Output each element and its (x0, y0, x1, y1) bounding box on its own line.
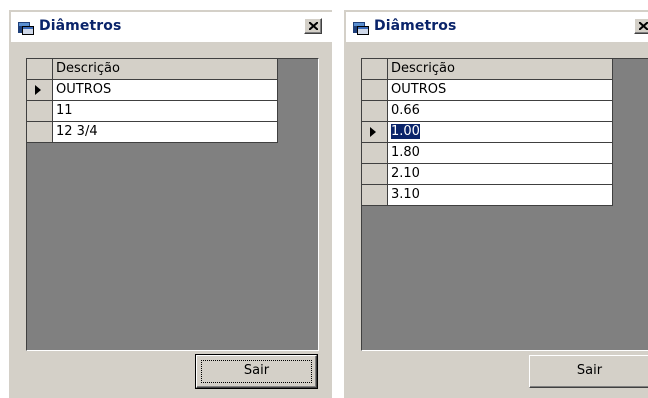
current-row-arrow-icon (370, 127, 376, 137)
indicator-cell[interactable] (362, 80, 388, 101)
descricao-cell[interactable]: OUTROS (388, 80, 613, 101)
close-button[interactable] (304, 18, 322, 34)
close-icon (309, 22, 318, 30)
indicator-cell[interactable] (362, 101, 388, 122)
close-icon (639, 22, 648, 30)
close-button[interactable] (634, 18, 648, 34)
diametros-window-1: Diâmetros Descrição OUTROS 11 12 3/4 Sai… (8, 9, 332, 398)
window-title: Diâmetros (39, 18, 122, 34)
descricao-cell[interactable]: 0.66 (388, 101, 613, 122)
window-title: Diâmetros (374, 18, 457, 34)
column-header-descricao[interactable]: Descrição (388, 59, 613, 80)
app-window-icon (352, 20, 370, 36)
descricao-cell[interactable]: 11 (53, 101, 278, 122)
descricao-grid[interactable]: Descrição OUTROS 11 12 3/4 (26, 58, 319, 351)
descricao-cell[interactable]: 12 3/4 (53, 122, 278, 143)
indicator-cell[interactable] (362, 122, 388, 143)
indicator-cell[interactable] (27, 101, 53, 122)
descricao-cell[interactable]: 2.10 (388, 164, 613, 185)
indicator-cell[interactable] (362, 164, 388, 185)
diametros-window-2: Diâmetros Descrição OUTROS 0.66 1.00 1.8… (343, 9, 648, 398)
title-bar[interactable]: Diâmetros (346, 12, 648, 42)
descricao-cell[interactable]: OUTROS (53, 80, 278, 101)
indicator-cell (27, 59, 53, 80)
descricao-cell-selected[interactable]: 1.00 (388, 122, 613, 143)
descricao-grid[interactable]: Descrição OUTROS 0.66 1.00 1.80 2.10 3.1… (361, 58, 648, 351)
descricao-cell[interactable]: 1.80 (388, 143, 613, 164)
indicator-cell[interactable] (27, 122, 53, 143)
selected-text[interactable]: 1.00 (391, 124, 420, 139)
focus-rectangle (201, 360, 312, 383)
sair-button[interactable]: Sair (195, 354, 318, 389)
app-window-icon (17, 20, 35, 36)
title-bar[interactable]: Diâmetros (11, 12, 332, 42)
column-header-descricao[interactable]: Descrição (53, 59, 278, 80)
sair-button[interactable]: Sair (529, 355, 648, 388)
indicator-cell (362, 59, 388, 80)
indicator-cell[interactable] (362, 143, 388, 164)
sair-button-label: Sair (576, 363, 603, 378)
current-row-arrow-icon (35, 85, 41, 95)
indicator-cell[interactable] (362, 185, 388, 206)
indicator-cell[interactable] (27, 80, 53, 101)
descricao-cell[interactable]: 3.10 (388, 185, 613, 206)
